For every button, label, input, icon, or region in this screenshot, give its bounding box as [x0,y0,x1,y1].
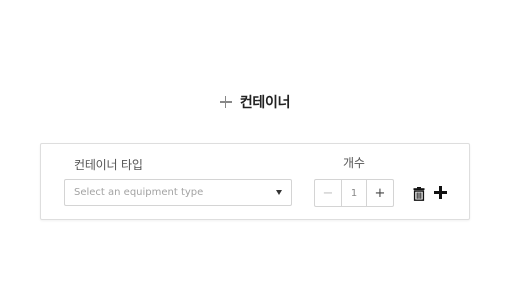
equipment-type-select[interactable]: Select an equipment type [64,179,292,206]
add-container-button[interactable]: 컨테이너 [0,90,510,114]
add-container-label: 컨테이너 [239,95,291,111]
increment-button[interactable]: + [366,180,393,206]
trash-icon[interactable] [413,186,425,201]
count-label: 개수 [343,156,365,170]
add-row-plus-icon[interactable] [434,186,447,199]
page: 컨테이너 컨테이너 타입 개수 Select an equipment type… [0,0,510,290]
plus-icon [219,96,232,108]
caret-down-icon [276,190,282,195]
trash-icon-svg [413,187,425,201]
decrement-button[interactable]: − [315,180,342,206]
equipment-type-placeholder: Select an equipment type [74,187,204,198]
container-row-card: 컨테이너 타입 개수 Select an equipment type − 1 … [40,143,470,220]
quantity-stepper: − 1 + [314,179,394,207]
quantity-value[interactable]: 1 [342,180,366,206]
container-type-label: 컨테이너 타입 [74,158,143,172]
